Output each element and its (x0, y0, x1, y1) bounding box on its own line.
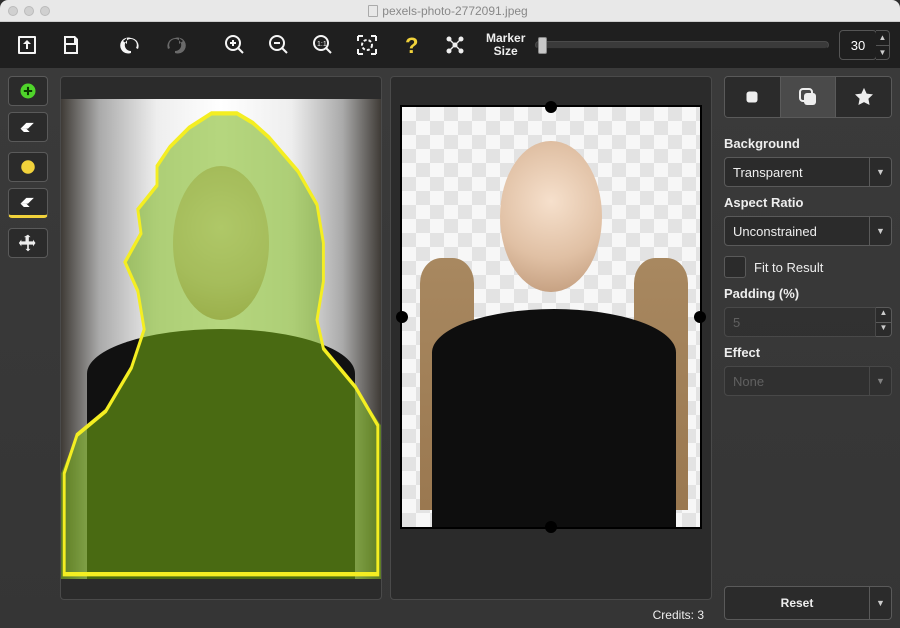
tab-single-layer[interactable] (725, 77, 780, 117)
minimize-icon[interactable] (24, 6, 34, 16)
chevron-down-icon: ▼ (869, 158, 891, 186)
crop-frame[interactable] (400, 105, 702, 529)
crop-handle-n[interactable] (545, 101, 557, 113)
zoom-in-icon (223, 33, 247, 57)
padding-label: Padding (%) (724, 286, 892, 301)
credits-label: Credits: 3 (653, 608, 704, 622)
zoom-fit-icon (355, 33, 379, 57)
layers-icon (796, 85, 820, 109)
result-canvas[interactable] (390, 76, 712, 600)
save-button[interactable] (54, 28, 88, 62)
svg-text:?: ? (405, 33, 418, 57)
source-canvas[interactable] (60, 76, 382, 600)
brush-tool[interactable] (8, 152, 48, 182)
padding-input[interactable]: 5 (724, 307, 876, 337)
undo-icon (119, 33, 143, 57)
reset-button[interactable]: Reset (724, 586, 870, 620)
canvas-area: Credits: 3 (56, 68, 716, 628)
crop-handle-w[interactable] (396, 311, 408, 323)
crop-handle-e[interactable] (694, 311, 706, 323)
marker-size-label: Marker Size (486, 32, 525, 57)
zoom-actual-icon: 1:1 (311, 33, 335, 57)
slider-handle[interactable] (538, 37, 547, 54)
effect-value: None (725, 374, 869, 389)
background-label: Background (724, 136, 892, 151)
zoom-actual-button[interactable]: 1:1 (306, 28, 340, 62)
main-toolbar: 1:1 ? Marker Size ▲ ▼ (0, 22, 900, 68)
tab-favorites[interactable] (835, 77, 891, 117)
erase-result-tool[interactable] (8, 188, 48, 218)
star-icon (853, 86, 875, 108)
square-icon (741, 86, 763, 108)
ai-segment-button[interactable] (438, 28, 472, 62)
fit-label: Fit to Result (754, 260, 823, 275)
floppy-icon (59, 33, 83, 57)
marker-size-input[interactable] (839, 30, 877, 60)
reset-menu-button[interactable]: ▼ (870, 586, 892, 620)
marker-size-stepper[interactable]: ▲ ▼ (876, 30, 890, 60)
tab-layers[interactable] (780, 77, 836, 117)
selection-mask (61, 99, 381, 579)
nodes-icon (443, 33, 467, 57)
crop-handle-s[interactable] (545, 521, 557, 533)
plus-circle-icon (18, 81, 38, 101)
svg-text:1:1: 1:1 (317, 41, 327, 48)
stepper-down-icon[interactable]: ▼ (876, 323, 891, 337)
redo-icon (163, 33, 187, 57)
aspect-ratio-label: Aspect Ratio (724, 195, 892, 210)
chevron-down-icon: ▼ (869, 217, 891, 245)
undo-button[interactable] (114, 28, 148, 62)
background-select[interactable]: Transparent ▼ (724, 157, 892, 187)
marker-size-slider[interactable] (535, 41, 829, 49)
import-button[interactable] (10, 28, 44, 62)
aspect-ratio-value: Unconstrained (725, 224, 869, 239)
move-icon (18, 233, 38, 253)
erase-foreground-tool[interactable] (8, 112, 48, 142)
inspector-tabs (724, 76, 892, 118)
window-title-label: pexels-photo-2772091.jpeg (382, 4, 527, 18)
padding-value: 5 (725, 315, 875, 330)
zoom-icon[interactable] (40, 6, 50, 16)
effect-label: Effect (724, 345, 892, 360)
main-area: Credits: 3 Background T (0, 68, 900, 628)
effect-select[interactable]: None ▼ (724, 366, 892, 396)
help-button[interactable]: ? (394, 28, 428, 62)
zoom-in-button[interactable] (218, 28, 252, 62)
padding-stepper[interactable]: ▲ ▼ (876, 307, 892, 337)
window-controls[interactable] (8, 6, 50, 16)
stepper-up-icon[interactable]: ▲ (876, 308, 891, 323)
inspector-panel: Background Transparent ▼ Aspect Ratio Un… (716, 68, 900, 628)
background-value: Transparent (725, 165, 869, 180)
add-foreground-tool[interactable] (8, 76, 48, 106)
document-icon (368, 5, 378, 17)
download-box-icon (15, 33, 39, 57)
close-icon[interactable] (8, 6, 18, 16)
zoom-out-button[interactable] (262, 28, 296, 62)
zoom-out-icon (267, 33, 291, 57)
stepper-down-icon[interactable]: ▼ (876, 46, 889, 60)
chevron-down-icon: ▼ (869, 367, 891, 395)
zoom-fit-button[interactable] (350, 28, 384, 62)
window-title: pexels-photo-2772091.jpeg (50, 4, 846, 18)
move-tool[interactable] (8, 228, 48, 258)
aspect-ratio-select[interactable]: Unconstrained ▼ (724, 216, 892, 246)
eraser-icon (18, 195, 38, 209)
redo-button[interactable] (158, 28, 192, 62)
stepper-up-icon[interactable]: ▲ (876, 31, 889, 46)
window-titlebar: pexels-photo-2772091.jpeg (0, 0, 900, 22)
fit-checkbox[interactable] (724, 256, 746, 278)
circle-icon (19, 158, 37, 176)
tool-sidebar (0, 68, 56, 628)
eraser-icon (18, 120, 38, 134)
question-icon: ? (399, 33, 423, 57)
